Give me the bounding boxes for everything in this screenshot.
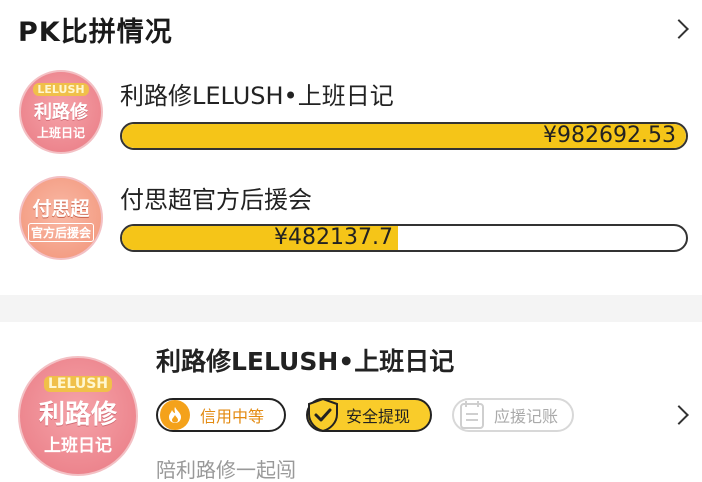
flame-icon: [160, 400, 190, 430]
notebook-icon: [458, 400, 486, 430]
shield-check-icon: [306, 397, 340, 433]
avatar-subtitle: 官方后援会: [27, 223, 94, 242]
contestant-name: 利路修LELUSH•上班日记: [120, 82, 394, 110]
safe-label: 安全提现: [346, 407, 411, 426]
progress-bar: ¥982692.53: [120, 122, 688, 150]
avatar-title: 付思超: [32, 198, 90, 220]
avatar-tag: LELUSH: [43, 376, 113, 392]
avatar[interactable]: LELUSH 利路修 上班日记: [19, 70, 103, 154]
avatar-tag: LELUSH: [33, 83, 89, 96]
chevron-right-icon[interactable]: [669, 19, 689, 39]
page: PK比拼情况 LELUSH 利路修 上班日记 利路修LELUSH•上班日记 ¥9…: [0, 0, 702, 482]
avatar[interactable]: 付思超 官方后援会: [19, 176, 103, 260]
contestant-name: 付思超官方后援会: [120, 186, 312, 214]
credit-badge[interactable]: 信用中等: [156, 398, 286, 432]
chevron-right-icon[interactable]: [669, 405, 689, 425]
avatar-title: 利路修: [38, 400, 117, 430]
avatar-subtitle: 上班日记: [36, 126, 85, 140]
pk-card[interactable]: PK比拼情况 LELUSH 利路修 上班日记 利路修LELUSH•上班日记 ¥9…: [0, 0, 702, 295]
credit-label: 信用中等: [200, 407, 265, 426]
account-badge[interactable]: 应援记账: [452, 398, 574, 432]
account-label: 应援记账: [494, 407, 559, 426]
group-description: 陪利路修一起闯: [156, 458, 296, 482]
group-card[interactable]: LELUSH 利路修 上班日记 利路修LELUSH•上班日记 信用中等 安全提现…: [0, 322, 702, 482]
amount-label: ¥982692.53: [543, 123, 676, 148]
amount-label: ¥482137.7: [274, 225, 393, 250]
safe-badge[interactable]: 安全提现: [306, 397, 432, 433]
group-name: 利路修LELUSH•上班日记: [156, 347, 455, 376]
avatar-subtitle: 上班日记: [44, 436, 112, 456]
progress-bar: ¥482137.7: [120, 224, 688, 252]
avatar-title: 利路修: [34, 102, 88, 123]
avatar[interactable]: LELUSH 利路修 上班日记: [18, 356, 138, 476]
section-title: PK比拼情况: [18, 17, 173, 48]
